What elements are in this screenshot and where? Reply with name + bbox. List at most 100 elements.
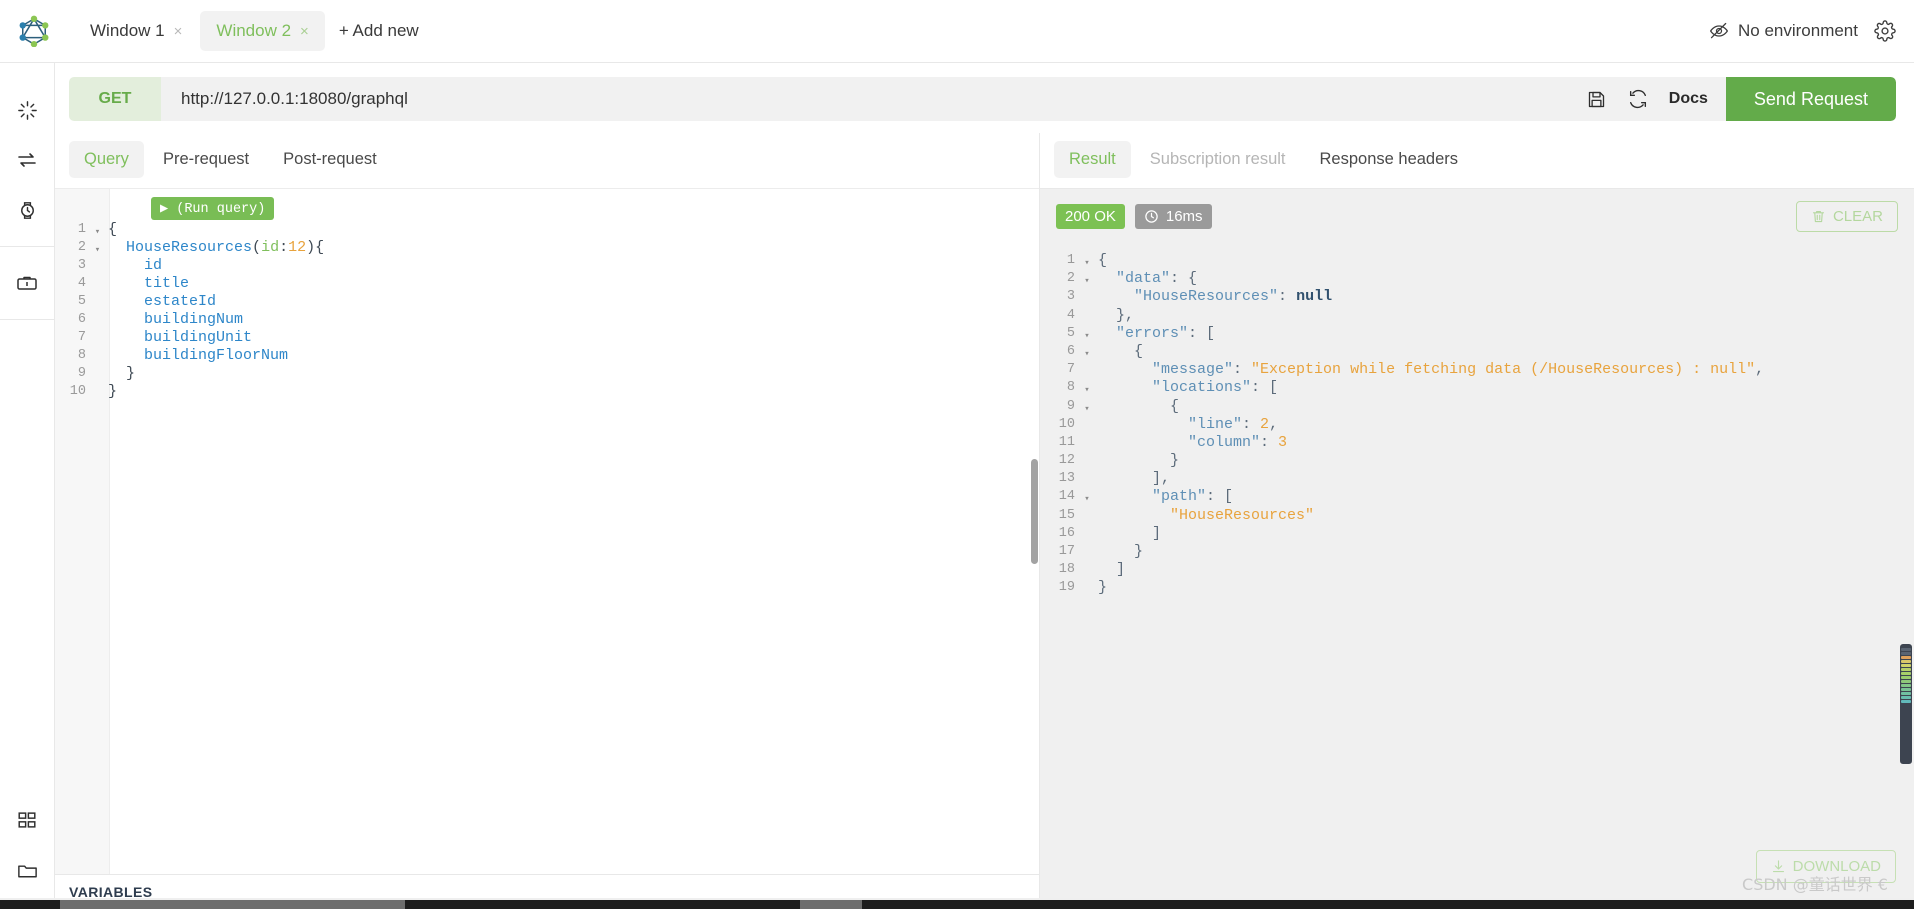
docs-button[interactable]: Docs [1669,90,1708,108]
code-line: 3 id [55,257,1039,275]
line-number: 3 [77,258,86,273]
fold-toggle-icon[interactable]: ▾ [1080,252,1094,270]
code-text: } [104,383,117,401]
result-viewer[interactable]: 1 ▾{2 ▾ "data": {3 "HouseResources": null 4… [1040,244,1914,909]
fold-toggle-icon[interactable]: ▾ [1080,325,1094,343]
fold-toggle-icon[interactable]: ▾ [1080,488,1094,506]
add-new-window-button[interactable]: + Add new [327,11,431,51]
token-num: 12 [288,239,307,256]
briefcase-icon[interactable] [4,258,50,308]
tab-pre-request[interactable]: Pre-request [148,141,264,178]
query-editor-scrollbar[interactable] [1031,459,1038,564]
fold-toggle-icon[interactable]: ▾ [91,221,104,239]
window-tab-1[interactable]: Window 1 × [74,11,198,51]
tab-query[interactable]: Query [69,141,144,178]
window-tab-2[interactable]: Window 2 × [200,11,325,51]
floppy-disk-icon[interactable] [1586,89,1607,110]
tab-subscription-result[interactable]: Subscription result [1135,141,1301,178]
swap-arrows-icon[interactable] [4,135,50,185]
watch-icon[interactable] [4,185,50,235]
code-text: "line": 2, [1094,416,1278,434]
token-punct: : [ [1188,324,1216,342]
token-punct: } [1134,543,1144,560]
eye-off-icon [1709,21,1729,41]
code-line: 8 ▾ "locations": [ [1040,379,1914,397]
code-text: "message": "Exception while fetching dat… [1094,361,1764,379]
http-method-selector[interactable]: GET [69,77,161,121]
gear-icon[interactable] [1874,20,1896,42]
bottom-scrollbar-thumb-left[interactable] [60,900,405,909]
token-punct: { [108,221,118,238]
code-line: 5 ▾ "errors": [ [1040,325,1914,343]
query-editor[interactable]: ▶ (Run query) 1 ▾{2 ▾ HouseResources(id:12… [55,188,1039,874]
bottom-scrollbar-thumb-right[interactable] [800,900,862,909]
body: GET http://127.0.0.1:18080/graphql Docs … [0,63,1914,909]
bottom-scrollbar[interactable] [0,900,1914,909]
code-line: 9 } [55,365,1039,383]
url-input[interactable] [161,77,1568,121]
code-line: 19} [1040,579,1914,597]
fold-toggle-icon[interactable]: ▾ [1080,398,1094,416]
rail-divider [0,246,55,247]
run-query-button[interactable]: ▶ (Run query) [151,197,275,220]
code-line: 14 ▾ "path": [ [1040,488,1914,506]
send-request-button[interactable]: Send Request [1725,77,1896,121]
code-line: 10 "line": 2, [1040,416,1914,434]
refresh-icon[interactable] [1627,88,1649,110]
token-field: estateId [144,293,217,310]
fold-toggle-icon[interactable]: ▾ [1080,343,1094,361]
code-line: 7 buildingUnit [55,329,1039,347]
fold-toggle-icon[interactable]: ▾ [91,239,104,257]
token-punct: : [1242,415,1261,433]
token-punct: ( [252,239,262,256]
grid-icon[interactable] [4,795,50,845]
token-punct: : { [1170,270,1198,288]
tab-post-request[interactable]: Post-request [268,141,392,178]
result-minimap-scrollbar[interactable] [1900,644,1912,764]
code-text: id [104,257,162,275]
token-num: 2 [1260,415,1270,433]
tab-response-headers[interactable]: Response headers [1305,141,1474,178]
environment-selector[interactable]: No environment [1709,21,1858,41]
code-text: { [1094,398,1179,416]
code-text: }, [1094,307,1134,325]
graphql-logo-icon [8,15,60,47]
code-line: 15 "HouseResources" [1040,507,1914,525]
close-icon[interactable]: × [174,23,183,40]
folder-icon[interactable] [4,845,50,895]
tab-result[interactable]: Result [1054,141,1131,178]
token-punct: : [279,239,289,256]
clear-button[interactable]: CLEAR [1795,201,1898,232]
main-area: GET http://127.0.0.1:18080/graphql Docs … [55,63,1914,909]
fold-toggle-icon[interactable]: ▾ [1080,379,1094,397]
token-num: 3 [1278,433,1288,451]
rail-divider [0,319,55,320]
token-punct: : [1233,361,1252,379]
token-punct: : [1278,288,1297,306]
token-punct: ], [1152,470,1171,488]
fold-toggle-icon[interactable]: ▾ [1080,270,1094,288]
line-number: 19 [1058,580,1075,596]
sparkle-icon[interactable] [4,85,50,135]
code-text: buildingNum [104,311,243,329]
token-key: "data" [1116,270,1171,288]
line-number: 9 [1066,398,1075,414]
code-line: 3 "HouseResources": null [1040,288,1914,306]
line-number: 6 [1066,343,1075,359]
close-icon[interactable]: × [300,23,309,40]
